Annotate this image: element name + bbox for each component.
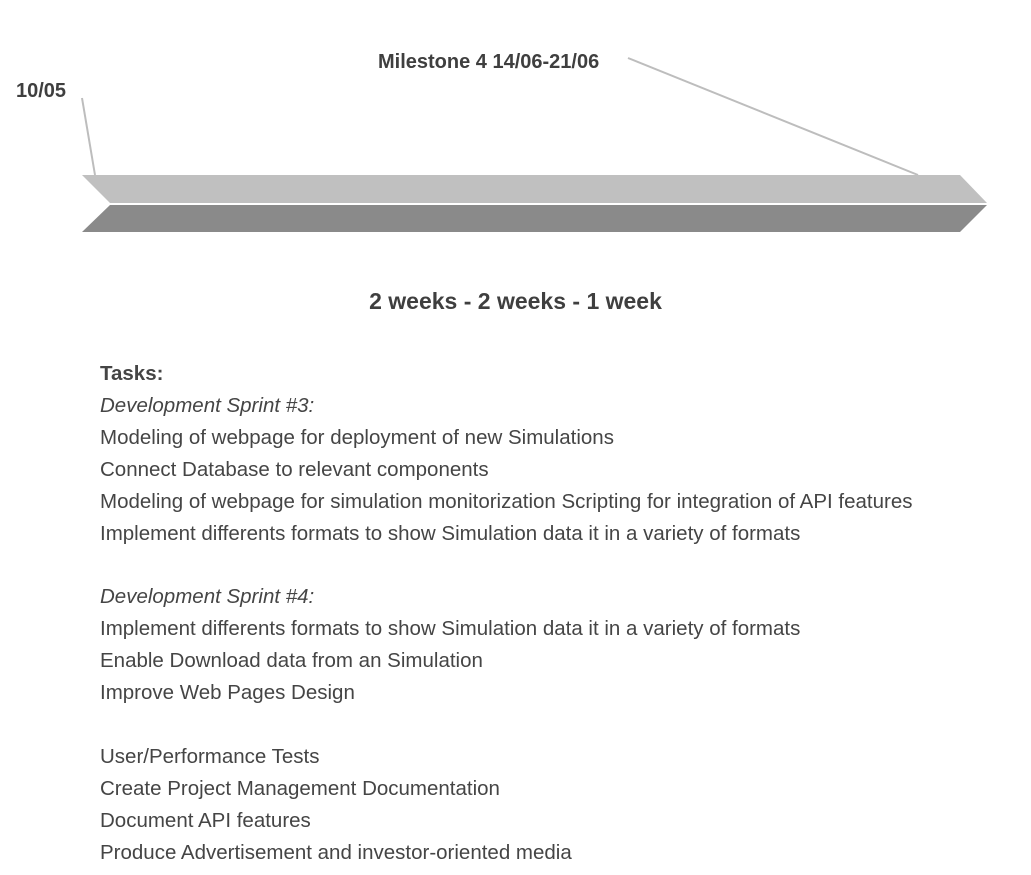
timeline-arrow-top — [82, 175, 987, 203]
task-list: Tasks: Development Sprint #3: Modeling o… — [100, 358, 912, 869]
timeline-arrow-bottom — [82, 205, 987, 232]
list-item: Document API features — [100, 809, 311, 832]
tasks-heading: Tasks: — [100, 362, 164, 385]
list-item: Connect Database to relevant components — [100, 458, 489, 481]
list-item: Create Project Management Documentation — [100, 777, 500, 800]
list-item: Modeling of webpage for simulation monit… — [100, 490, 913, 513]
list-item: Modeling of webpage for deployment of ne… — [100, 426, 614, 449]
start-date-label: 10/05 — [16, 80, 67, 102]
milestone-connector-line — [627, 57, 919, 176]
sprint-4-title: Development Sprint #4: — [100, 585, 315, 608]
list-item: User/Performance Tests — [100, 745, 320, 768]
list-item: Improve Web Pages Design — [100, 681, 355, 704]
list-item: Produce Advertisement and investor-orien… — [100, 841, 572, 864]
duration-label: 2 weeks - 2 weeks - 1 week — [369, 288, 662, 314]
list-item: Implement differents formats to show Sim… — [100, 617, 801, 640]
timeline-diagram — [81, 57, 987, 232]
milestone-label: Milestone 4 14/06-21/06 — [378, 51, 600, 73]
list-item: Implement differents formats to show Sim… — [100, 522, 801, 545]
list-item: Enable Download data from an Simulation — [100, 649, 483, 672]
start-connector-line — [81, 97, 96, 176]
sprint-3-title: Development Sprint #3: — [100, 394, 315, 417]
